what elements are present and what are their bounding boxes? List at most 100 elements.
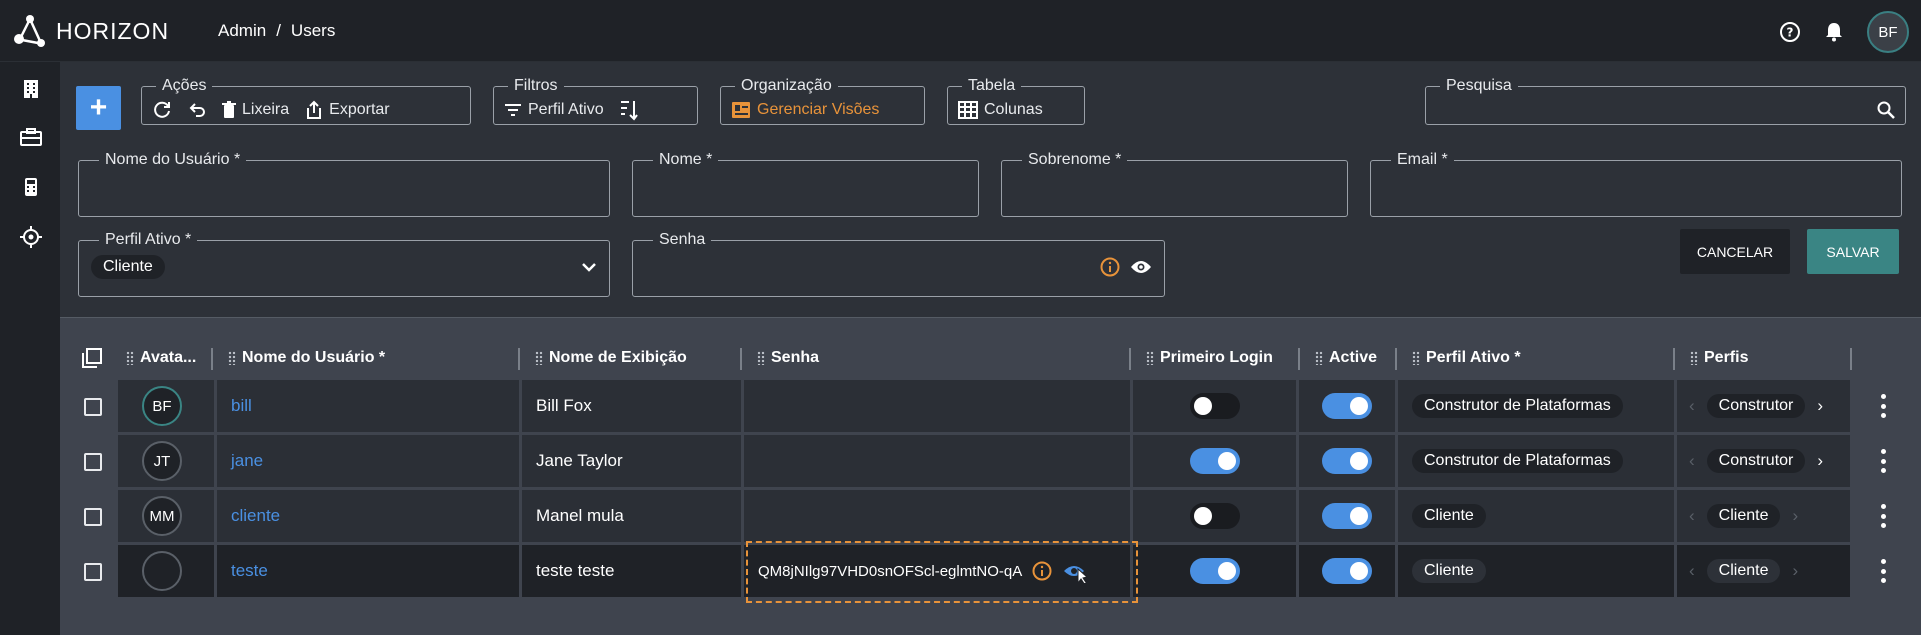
eye-off-icon[interactable]: [1062, 559, 1090, 583]
first-login-toggle[interactable]: [1189, 393, 1240, 419]
user-avatar[interactable]: BF: [1867, 11, 1909, 53]
app-logo[interactable]: HORIZON: [12, 13, 169, 49]
chevron-down-icon[interactable]: [581, 262, 597, 272]
chevron-left-icon[interactable]: ‹: [1689, 396, 1695, 416]
first-login-toggle[interactable]: [1189, 448, 1240, 474]
exportar-button[interactable]: Exportar: [305, 100, 390, 120]
table-row[interactable]: MM cliente Manel mula Cliente ‹ Cliente ›: [60, 490, 1921, 544]
drag-handle-icon[interactable]: [1146, 351, 1154, 365]
perfil-ativo-filter-button[interactable]: Perfil Ativo: [504, 101, 604, 119]
username-link[interactable]: teste: [231, 561, 268, 581]
username-link[interactable]: jane: [231, 451, 263, 471]
row-menu-icon[interactable]: [1880, 559, 1886, 583]
chevron-right-icon[interactable]: ›: [1792, 561, 1798, 581]
col-perfil-ativo[interactable]: Perfil Ativo *: [1412, 338, 1612, 378]
search-input[interactable]: [1436, 98, 1861, 122]
username-cell[interactable]: teste: [217, 545, 519, 597]
drag-handle-icon[interactable]: [1412, 351, 1420, 365]
sort-filter-icon[interactable]: [620, 99, 638, 121]
password-cell[interactable]: [744, 380, 1130, 432]
senha-field[interactable]: Senha: [632, 231, 1165, 297]
perfil-ativo-select[interactable]: Perfil Ativo * Cliente: [78, 231, 610, 297]
row-menu-icon[interactable]: [1880, 394, 1886, 418]
col-separator[interactable]: [1850, 348, 1852, 370]
chevron-right-icon[interactable]: ›: [1817, 451, 1823, 471]
eye-icon[interactable]: [1130, 259, 1152, 275]
password-cell[interactable]: [744, 490, 1130, 542]
active-toggle[interactable]: [1322, 393, 1372, 419]
row-checkbox[interactable]: [84, 398, 102, 416]
nome-usuario-field[interactable]: Nome do Usuário *: [78, 151, 610, 217]
col-senha[interactable]: Senha: [757, 338, 1057, 378]
calculator-icon[interactable]: [20, 176, 42, 198]
col-separator[interactable]: [518, 348, 520, 370]
search-icon[interactable]: [1877, 101, 1895, 119]
bell-icon[interactable]: [1823, 21, 1845, 43]
username-link[interactable]: cliente: [231, 506, 280, 526]
username-cell[interactable]: cliente: [217, 490, 519, 542]
building-icon[interactable]: [20, 78, 42, 100]
lixeira-button[interactable]: Lixeira: [222, 101, 289, 119]
chevron-right-icon[interactable]: ›: [1817, 396, 1823, 416]
col-perfis[interactable]: Perfis: [1690, 338, 1840, 378]
drag-handle-icon[interactable]: [126, 351, 134, 365]
col-separator[interactable]: [1129, 348, 1131, 370]
username-cell[interactable]: jane: [217, 435, 519, 487]
col-avatar[interactable]: Avata...: [126, 338, 222, 378]
active-toggle[interactable]: [1322, 448, 1372, 474]
col-primeiro-login[interactable]: Primeiro Login: [1146, 338, 1296, 378]
password-cell[interactable]: [744, 435, 1130, 487]
help-icon[interactable]: ?: [1779, 21, 1801, 43]
chevron-right-icon[interactable]: ›: [1792, 506, 1798, 526]
select-all-icon[interactable]: [82, 338, 106, 378]
col-active[interactable]: Active: [1315, 338, 1395, 378]
col-nome-exibicao[interactable]: Nome de Exibição: [535, 338, 735, 378]
nome-field[interactable]: Nome *: [632, 151, 979, 217]
row-menu-icon[interactable]: [1880, 504, 1886, 528]
col-separator[interactable]: [1395, 348, 1397, 370]
table-row[interactable]: teste teste teste QM8jNIlg97VHD0snOFScl-…: [60, 545, 1921, 599]
username-cell[interactable]: bill: [217, 380, 519, 432]
add-button[interactable]: +: [76, 86, 121, 130]
row-checkbox[interactable]: [84, 563, 102, 581]
gerenciar-visoes-button[interactable]: Gerenciar Visões: [731, 101, 879, 119]
refresh-button[interactable]: [152, 100, 172, 120]
chevron-left-icon[interactable]: ‹: [1689, 451, 1695, 471]
table-row[interactable]: JT jane Jane Taylor Construtor de Plataf…: [60, 435, 1921, 489]
briefcase-icon[interactable]: [20, 126, 42, 148]
col-separator[interactable]: [1673, 348, 1675, 370]
active-toggle[interactable]: [1322, 503, 1372, 529]
chevron-left-icon[interactable]: ‹: [1689, 506, 1695, 526]
row-checkbox[interactable]: [84, 453, 102, 471]
drag-handle-icon[interactable]: [757, 351, 765, 365]
drag-handle-icon[interactable]: [1690, 351, 1698, 365]
first-login-toggle[interactable]: [1189, 503, 1240, 529]
col-separator[interactable]: [740, 348, 742, 370]
colunas-button[interactable]: Colunas: [958, 101, 1043, 119]
password-value[interactable]: QM8jNIlg97VHD0snOFScl-eglmtNO-qA: [758, 563, 1022, 580]
row-checkbox[interactable]: [84, 508, 102, 526]
drag-handle-icon[interactable]: [535, 351, 543, 365]
info-icon[interactable]: [1100, 257, 1120, 277]
crosshair-icon[interactable]: [20, 226, 42, 248]
email-field[interactable]: Email *: [1370, 151, 1902, 217]
row-menu-icon[interactable]: [1880, 449, 1886, 473]
username-link[interactable]: bill: [231, 396, 252, 416]
col-separator[interactable]: [1298, 348, 1300, 370]
password-cell[interactable]: QM8jNIlg97VHD0snOFScl-eglmtNO-qA: [744, 545, 1130, 597]
drag-handle-icon[interactable]: [1315, 351, 1323, 365]
save-button[interactable]: SALVAR: [1807, 229, 1899, 274]
col-nome-usuario[interactable]: Nome do Usuário *: [228, 338, 528, 378]
chevron-left-icon[interactable]: ‹: [1689, 561, 1695, 581]
active-toggle[interactable]: [1322, 558, 1372, 584]
drag-handle-icon[interactable]: [228, 351, 236, 365]
undo-button[interactable]: [188, 101, 206, 119]
sobrenome-field[interactable]: Sobrenome *: [1001, 151, 1348, 217]
avatar: BF: [142, 386, 182, 426]
breadcrumb-admin[interactable]: Admin: [218, 21, 266, 41]
table-row[interactable]: BF bill Bill Fox Construtor de Plataform…: [60, 380, 1921, 434]
cancel-button[interactable]: CANCELAR: [1680, 229, 1790, 274]
info-icon[interactable]: [1032, 561, 1052, 581]
first-login-toggle[interactable]: [1189, 558, 1240, 584]
col-separator[interactable]: [211, 348, 213, 370]
